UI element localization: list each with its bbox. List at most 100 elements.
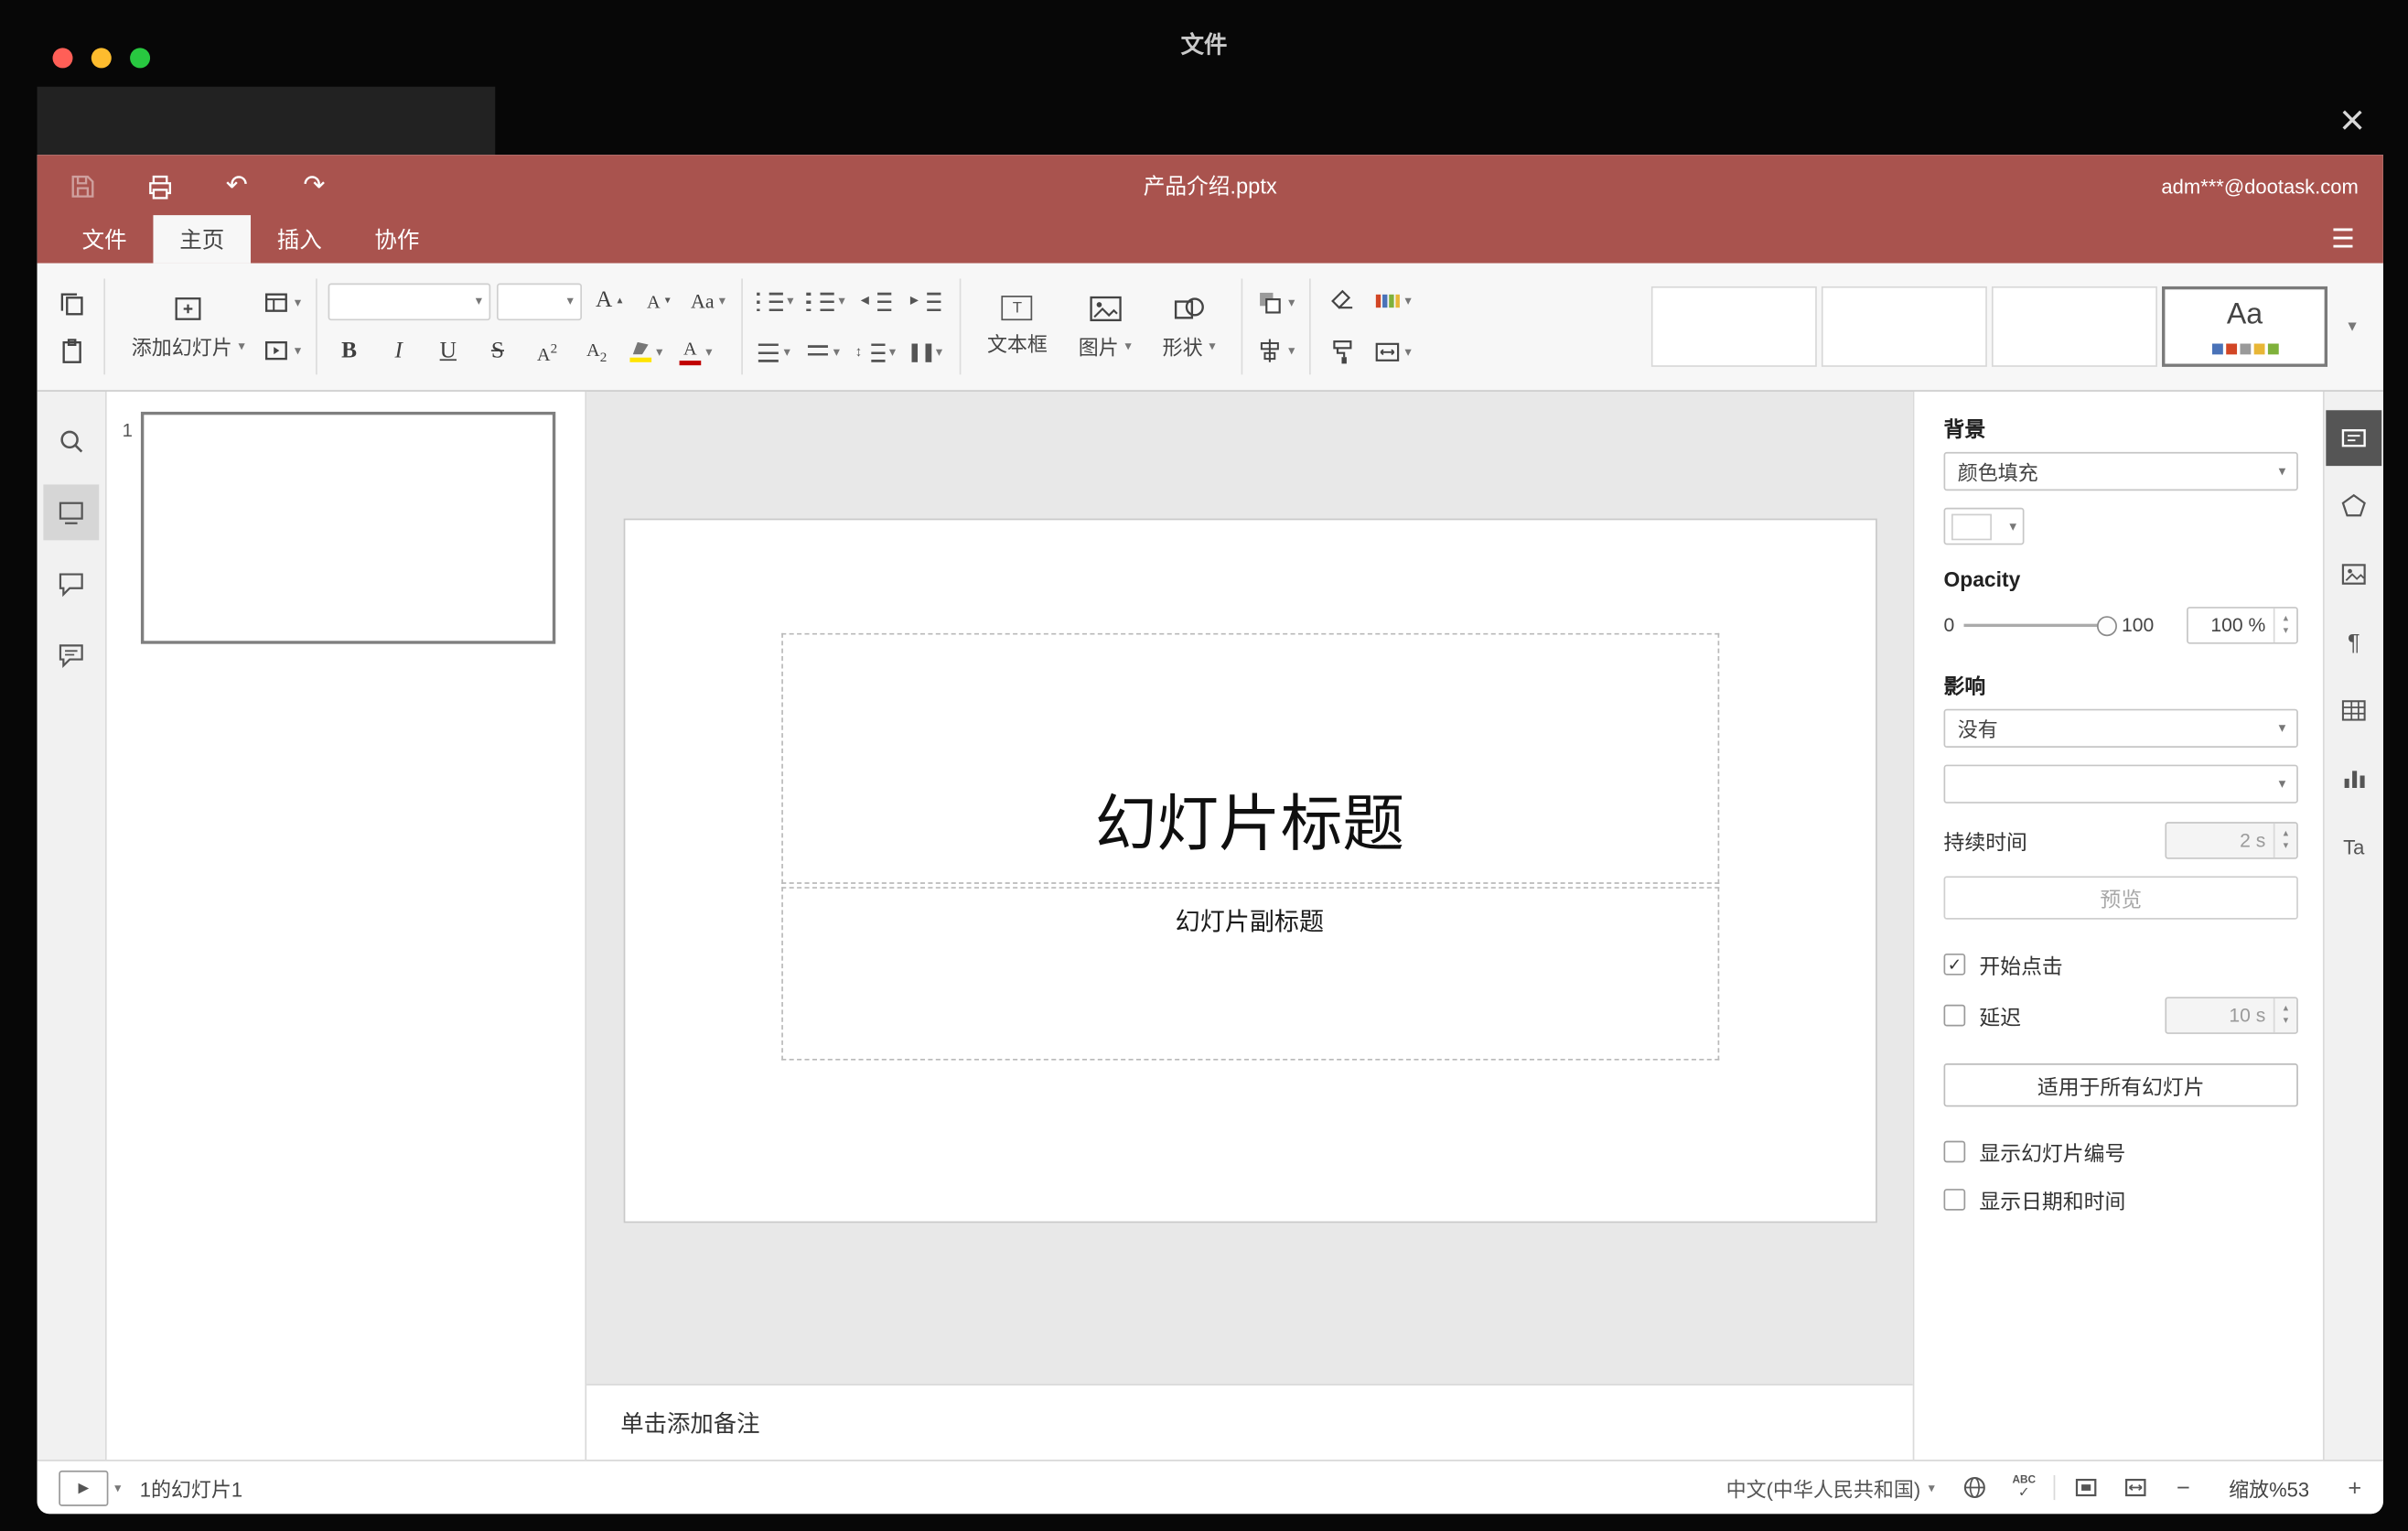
minimize-window-button[interactable] bbox=[91, 48, 112, 69]
theme-gallery-expand-button[interactable]: ▾ bbox=[2334, 286, 2371, 367]
opacity-slider-knob[interactable] bbox=[2096, 615, 2117, 636]
numbered-list-button[interactable]: ▾ bbox=[803, 283, 849, 320]
paragraph-settings-button[interactable]: ¶ bbox=[2326, 615, 2381, 671]
clear-style-button[interactable] bbox=[1321, 283, 1364, 320]
hamburger-menu-icon[interactable]: ☰ bbox=[2325, 224, 2362, 255]
show-slide-number-checkbox[interactable] bbox=[1943, 1140, 1966, 1163]
chevron-down-icon: ▾ bbox=[1404, 293, 1412, 309]
theme-option-1[interactable] bbox=[1650, 286, 1817, 367]
shape-settings-button[interactable] bbox=[2326, 479, 2381, 534]
zoom-level-label[interactable]: 缩放%53 bbox=[2221, 1472, 2317, 1502]
search-button[interactable] bbox=[43, 414, 99, 469]
table-settings-button[interactable] bbox=[2326, 683, 2381, 739]
spinner-arrows[interactable]: ▴ ▾ bbox=[2273, 608, 2296, 642]
chat-button[interactable] bbox=[43, 627, 99, 683]
preview-button[interactable]: 预览 bbox=[1943, 876, 2298, 920]
duration-field[interactable]: 2 s ▴ ▾ bbox=[2165, 822, 2298, 859]
increase-indent-button[interactable]: ▶ bbox=[904, 283, 947, 320]
horizontal-align-button[interactable]: ▾ bbox=[753, 334, 796, 372]
bullet-list-button[interactable]: ▾ bbox=[753, 283, 797, 320]
superscript-button[interactable]: A2 bbox=[525, 334, 568, 372]
chevron-down-icon[interactable]: ▾ bbox=[1929, 1481, 1935, 1493]
slide-settings-button[interactable] bbox=[2326, 410, 2382, 467]
color-scheme-button[interactable]: ▾ bbox=[1371, 283, 1414, 320]
font-color-button[interactable]: A ▾ bbox=[674, 334, 717, 372]
insert-image-button[interactable]: 图片 ▾ bbox=[1063, 294, 1147, 361]
theme-option-selected[interactable]: Aa bbox=[2162, 286, 2328, 367]
chevron-down-icon[interactable]: ▾ bbox=[114, 1481, 121, 1493]
copy-style-button[interactable] bbox=[1321, 334, 1364, 372]
arrange-shape-button[interactable]: ▾ bbox=[1254, 284, 1298, 321]
underline-button[interactable]: U bbox=[426, 334, 469, 372]
save-button[interactable] bbox=[65, 168, 99, 202]
opacity-slider[interactable] bbox=[1963, 615, 2117, 636]
italic-button[interactable]: I bbox=[377, 334, 420, 372]
undo-button[interactable]: ↶ bbox=[220, 168, 253, 202]
notes-area[interactable]: 单击添加备注 bbox=[586, 1384, 1913, 1461]
zoom-out-button[interactable]: − bbox=[2177, 1474, 2190, 1501]
show-date-checkbox[interactable] bbox=[1943, 1189, 1966, 1211]
insert-shape-button[interactable]: 形状 ▾ bbox=[1147, 294, 1231, 361]
bold-button[interactable]: B bbox=[328, 334, 371, 372]
image-settings-button[interactable] bbox=[2326, 546, 2381, 602]
theme-option-2[interactable] bbox=[1821, 286, 1987, 367]
effect-select[interactable]: 没有 ▾ bbox=[1943, 708, 2298, 748]
opacity-field[interactable]: 100 % ▴ ▾ bbox=[2187, 607, 2298, 644]
delay-checkbox[interactable] bbox=[1943, 1004, 1966, 1027]
decrease-indent-button[interactable]: ◀ bbox=[855, 283, 898, 320]
align-shape-button[interactable]: ▾ bbox=[1254, 332, 1298, 370]
textart-settings-button[interactable]: Ta bbox=[2326, 819, 2381, 875]
tab-collaboration[interactable]: 协作 bbox=[349, 215, 446, 263]
subtitle-placeholder[interactable]: 幻灯片副标题 bbox=[780, 887, 1719, 1061]
fit-width-button[interactable] bbox=[2124, 1475, 2149, 1500]
strikethrough-button[interactable]: S bbox=[476, 334, 519, 372]
modal-close-button[interactable]: × bbox=[2327, 92, 2377, 148]
change-layout-button[interactable]: ▾ bbox=[261, 284, 305, 321]
apply-to-all-slides-button[interactable]: 适用于所有幻灯片 bbox=[1943, 1063, 2298, 1107]
paste-button[interactable] bbox=[49, 332, 92, 370]
print-button[interactable] bbox=[143, 168, 177, 202]
tab-file[interactable]: 文件 bbox=[56, 215, 154, 263]
chart-settings-button[interactable] bbox=[2326, 750, 2381, 806]
theme-option-3[interactable] bbox=[1991, 286, 2157, 367]
copy-button[interactable] bbox=[49, 284, 92, 321]
background-fill-select[interactable]: 颜色填充 ▾ bbox=[1943, 451, 2298, 491]
delay-field[interactable]: 10 s ▴ ▾ bbox=[2165, 997, 2298, 1034]
add-slide-button[interactable]: 添加幻灯片 ▾ bbox=[116, 294, 261, 361]
start-slideshow-status-button[interactable]: ▶ bbox=[59, 1470, 109, 1505]
increase-font-button[interactable]: A ▴ bbox=[587, 283, 630, 320]
spinner-arrows[interactable]: ▴ ▾ bbox=[2273, 823, 2296, 858]
redo-button[interactable]: ↷ bbox=[297, 168, 331, 202]
subscript-button[interactable]: A2 bbox=[575, 334, 618, 372]
vertical-align-button[interactable]: ▾ bbox=[802, 334, 845, 372]
start-slideshow-button[interactable]: ▾ bbox=[261, 332, 305, 370]
effect-type-select[interactable]: ▾ bbox=[1943, 764, 2298, 803]
language-selector[interactable]: 中文(中华人民共和国) bbox=[1726, 1472, 1921, 1502]
change-case-button[interactable]: Aa ▾ bbox=[686, 283, 729, 320]
title-placeholder[interactable]: 幻灯片标题 bbox=[780, 632, 1719, 884]
decrease-font-button[interactable]: A ▾ bbox=[637, 283, 680, 320]
slide-canvas[interactable]: 幻灯片标题 幻灯片副标题 bbox=[586, 392, 1913, 1384]
comments-button[interactable] bbox=[43, 555, 99, 611]
tab-insert[interactable]: 插入 bbox=[251, 215, 349, 263]
font-family-combo[interactable]: ▾ bbox=[327, 282, 490, 320]
slides-panel-button[interactable] bbox=[43, 484, 100, 541]
spinner-arrows[interactable]: ▴ ▾ bbox=[2273, 998, 2296, 1033]
background-color-select[interactable]: ▾ bbox=[1943, 507, 2025, 545]
spellcheck-button[interactable]: ABC ✓ bbox=[2012, 1475, 2036, 1500]
zoom-in-button[interactable]: + bbox=[2348, 1474, 2361, 1501]
slide-thumbnail-1[interactable] bbox=[140, 411, 556, 644]
document-language-button[interactable] bbox=[1962, 1475, 1987, 1500]
line-spacing-button[interactable]: ↕ ▾ bbox=[852, 334, 898, 372]
font-size-combo[interactable]: ▾ bbox=[496, 282, 582, 320]
columns-button[interactable]: ▾ bbox=[905, 334, 948, 372]
slide-size-button[interactable]: ▾ bbox=[1371, 334, 1414, 372]
slide[interactable]: 幻灯片标题 幻灯片副标题 bbox=[624, 520, 1876, 1222]
highlight-color-button[interactable]: ▾ bbox=[625, 334, 668, 372]
start-on-click-checkbox[interactable]: ✓ bbox=[1943, 953, 1966, 976]
insert-textbox-button[interactable]: T 文本框 bbox=[972, 296, 1063, 358]
tab-home[interactable]: 主页 bbox=[153, 215, 252, 264]
close-window-button[interactable] bbox=[52, 48, 73, 69]
fit-slide-button[interactable] bbox=[2074, 1475, 2099, 1500]
maximize-window-button[interactable] bbox=[130, 48, 151, 69]
